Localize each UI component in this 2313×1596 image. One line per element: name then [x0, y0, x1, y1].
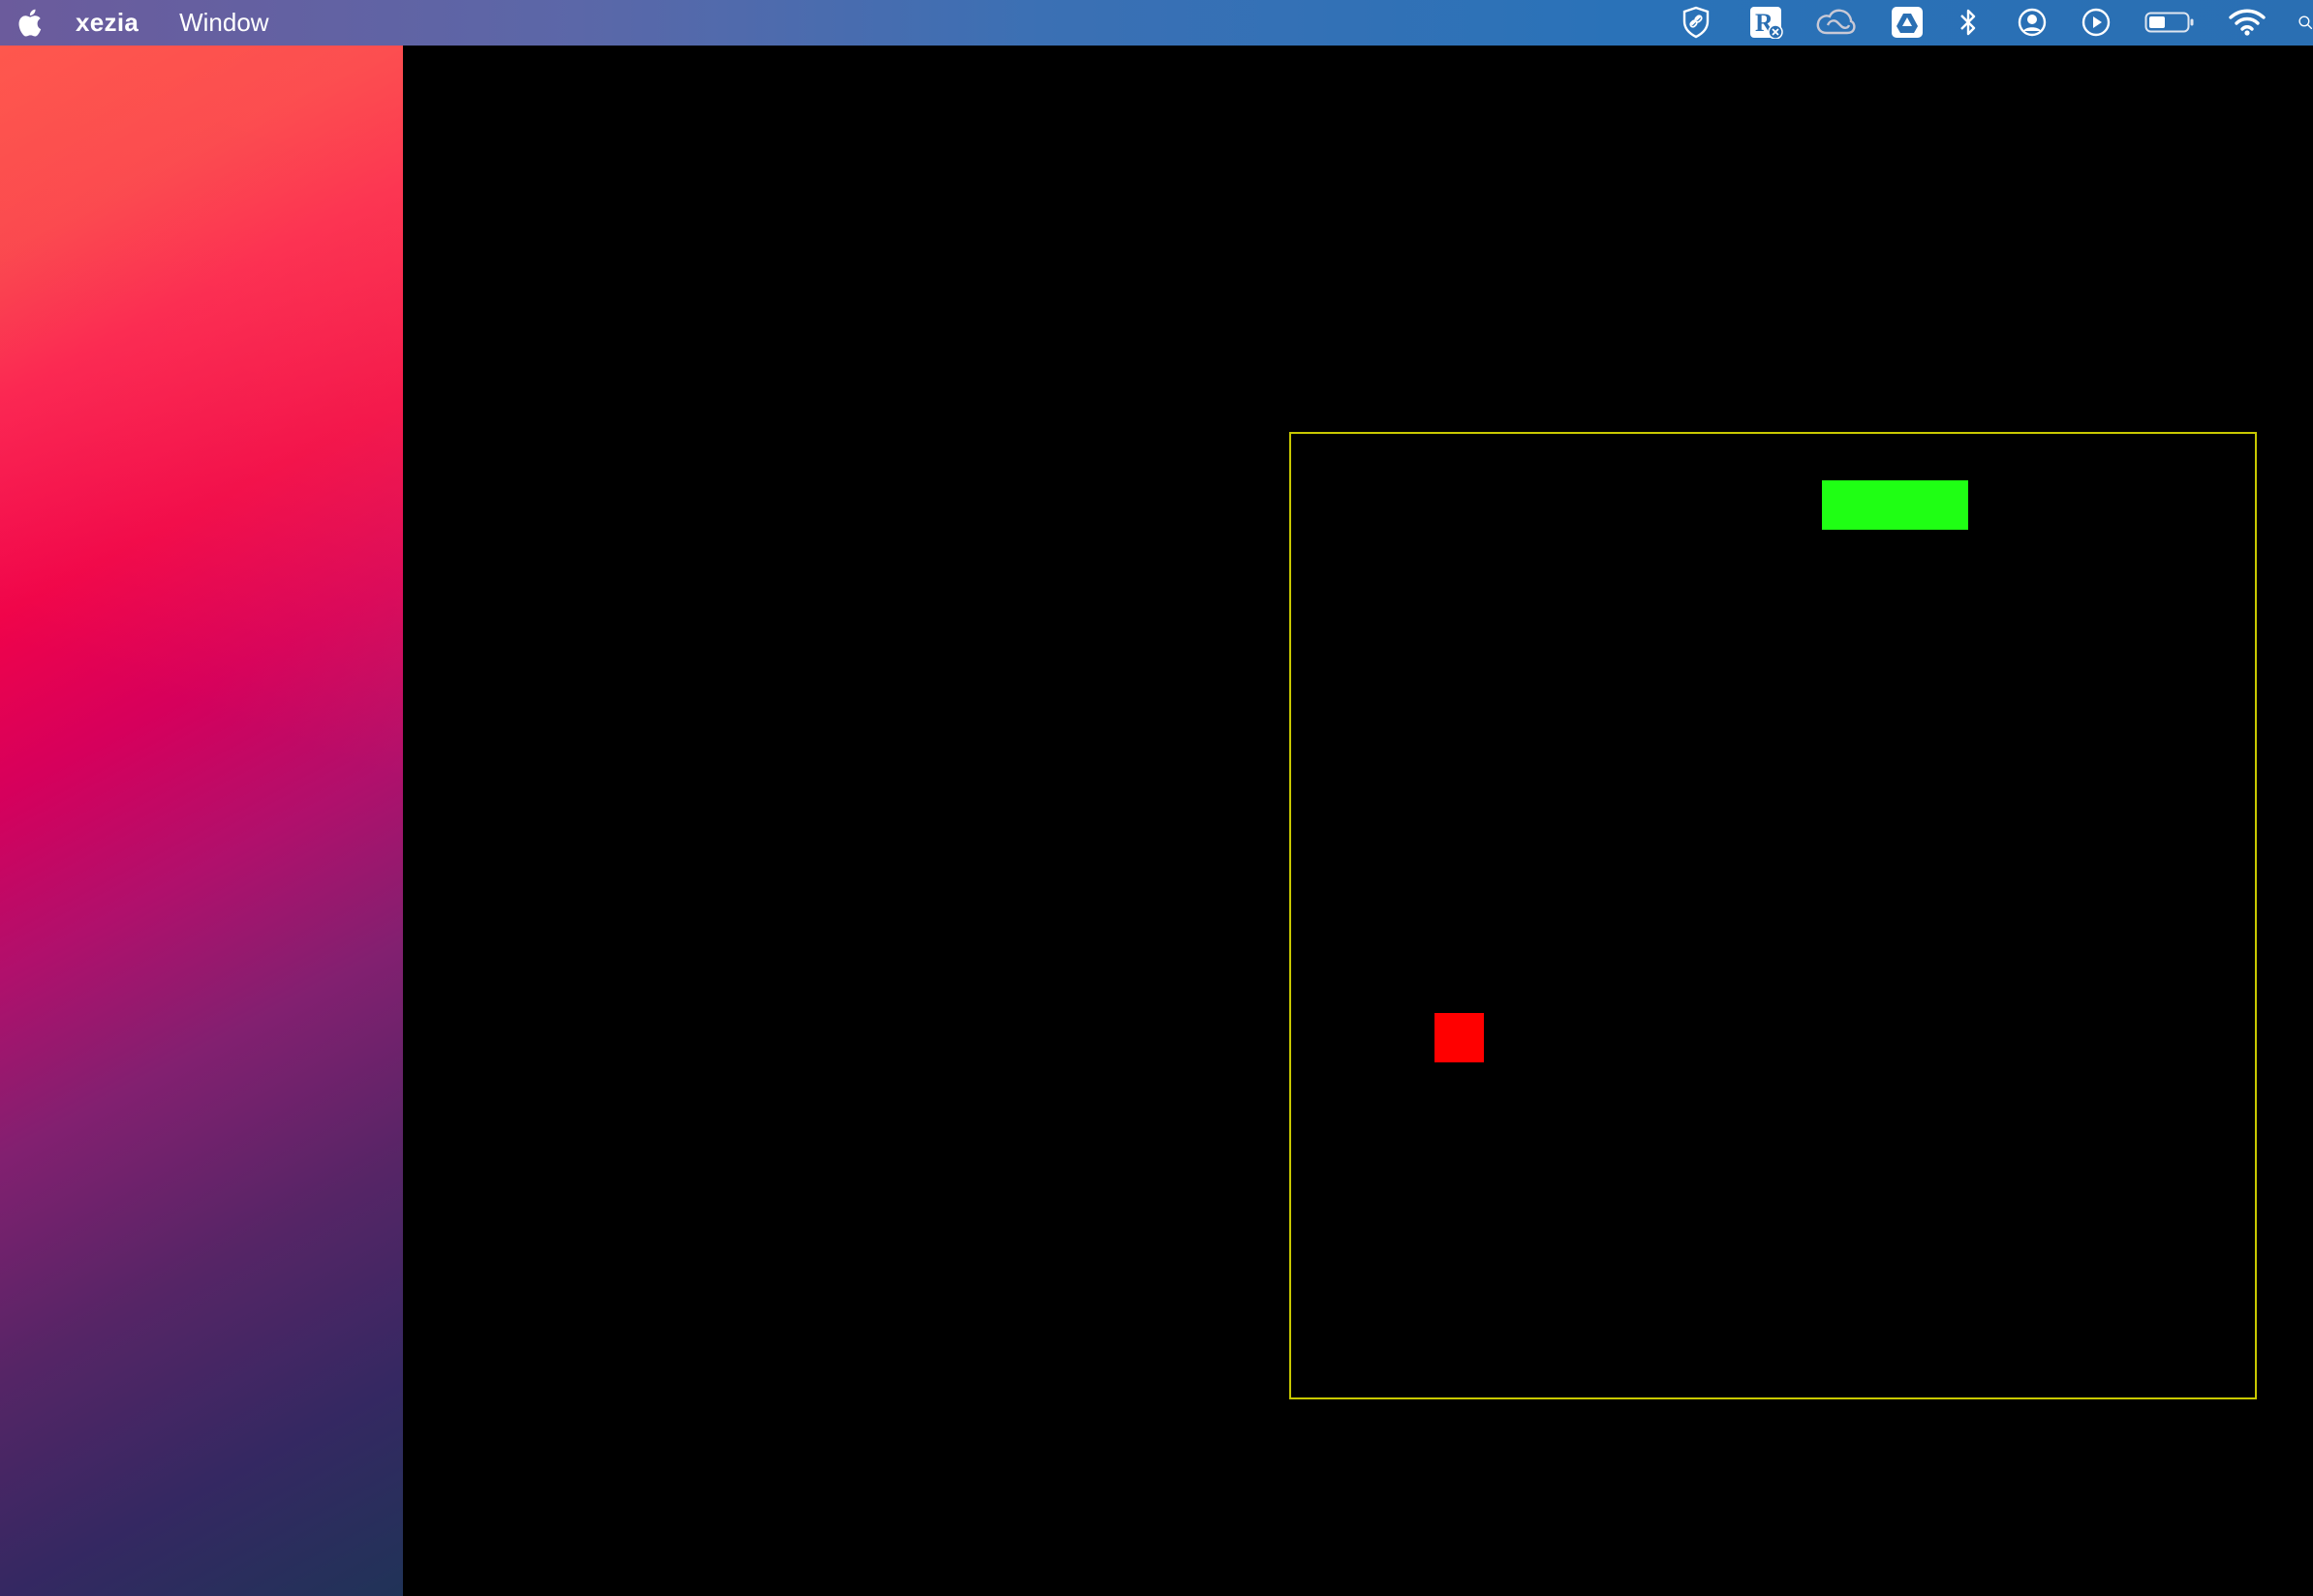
bluetooth-icon[interactable]: [1957, 6, 1980, 39]
app-menu[interactable]: xezia: [76, 8, 139, 38]
snake-body: [1822, 480, 1968, 530]
google-drive-icon[interactable]: [1891, 6, 1924, 39]
menu-bar: xezia Window R: [0, 0, 2313, 46]
apple-menu-icon[interactable]: [15, 8, 43, 39]
battery-icon[interactable]: [2144, 6, 2195, 39]
user-account-icon[interactable]: [2017, 6, 2048, 39]
food-pellet: [1434, 1013, 1484, 1062]
play-circle-icon[interactable]: [2081, 6, 2112, 39]
wifi-icon[interactable]: [2228, 6, 2267, 39]
rx-app-icon[interactable]: R: [1749, 6, 1784, 39]
desktop-screen: xezia Window R: [0, 0, 2313, 1596]
game-window[interactable]: [403, 46, 2313, 1596]
desktop-wallpaper: [0, 0, 403, 1596]
window-menu[interactable]: Window: [179, 8, 268, 38]
creative-cloud-icon[interactable]: [1815, 6, 1856, 39]
game-board: [1289, 432, 2257, 1399]
search-icon[interactable]: [2298, 6, 2313, 39]
shield-link-icon[interactable]: [1680, 6, 1712, 39]
